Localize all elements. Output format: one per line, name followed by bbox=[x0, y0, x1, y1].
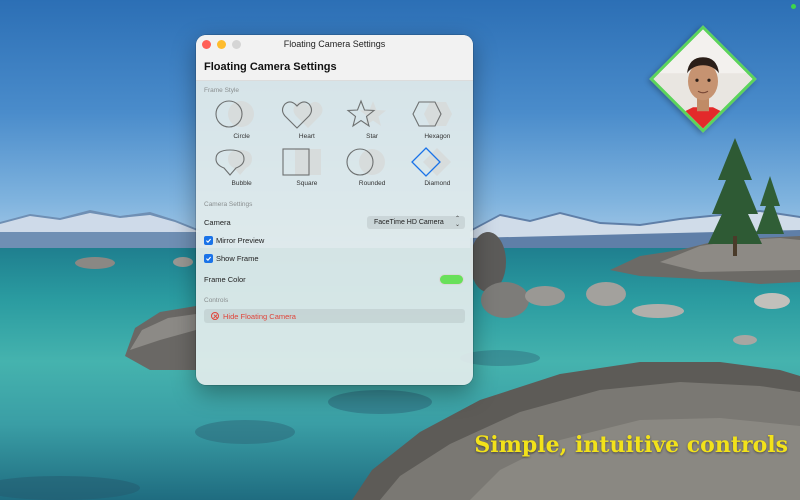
chevron-up-down-icon: ⌃ ⌄ bbox=[454, 216, 460, 228]
window-title: Floating Camera Settings bbox=[283, 39, 386, 49]
frame-color-well[interactable] bbox=[439, 273, 464, 285]
hide-floating-camera-label: Hide Floating Camera bbox=[223, 311, 296, 321]
frame-label-bubble: Bubble bbox=[231, 180, 252, 187]
rounded-frame-icon bbox=[346, 148, 386, 176]
diamond-frame-icon bbox=[411, 147, 452, 177]
hide-floating-camera-button[interactable]: Hide Floating Camera bbox=[204, 309, 465, 323]
frame-label-hexagon: Hexagon bbox=[424, 133, 451, 140]
frame-label-rounded: Rounded bbox=[358, 180, 386, 187]
close-button[interactable] bbox=[202, 40, 211, 49]
camera-diamond-frame[interactable] bbox=[649, 25, 757, 133]
checkmark-icon bbox=[206, 238, 212, 243]
hexagon-frame-icon bbox=[412, 101, 453, 127]
frame-color-label: Frame Color bbox=[204, 274, 246, 284]
frame-option-circle[interactable]: Circle bbox=[204, 99, 269, 142]
bubble-frame-icon bbox=[215, 149, 252, 176]
camera-label: Camera bbox=[204, 217, 231, 227]
page-title: Floating Camera Settings bbox=[204, 60, 337, 73]
promo-tagline: Simple, intuitive controls bbox=[474, 432, 788, 458]
settings-content: Frame Style Circle Heart Star Hexagon Bu… bbox=[196, 81, 473, 323]
camera-feed-image bbox=[649, 25, 757, 133]
circle-frame-icon bbox=[215, 100, 254, 128]
star-frame-icon bbox=[346, 99, 387, 128]
floating-camera-preview[interactable] bbox=[649, 25, 757, 133]
window-titlebar[interactable]: Floating Camera Settings bbox=[196, 35, 473, 53]
checkmark-icon bbox=[206, 256, 212, 261]
close-circle-icon bbox=[211, 312, 219, 320]
frame-option-rounded[interactable]: Rounded bbox=[335, 146, 400, 189]
settings-window: Floating Camera Settings Floating Camera… bbox=[196, 35, 473, 385]
frame-label-square: Square bbox=[296, 180, 318, 187]
frame-style-grid: Circle Heart Star Hexagon Bubble Square … bbox=[204, 99, 465, 189]
section-label-camera-settings: Camera Settings bbox=[204, 201, 253, 208]
mirror-preview-label: Mirror Preview bbox=[216, 235, 265, 245]
frame-label-circle: Circle bbox=[233, 133, 250, 140]
frame-option-hexagon[interactable]: Hexagon bbox=[400, 99, 465, 142]
show-frame-row: Show Frame bbox=[204, 249, 465, 267]
traffic-lights bbox=[202, 40, 241, 49]
mirror-preview-checkbox[interactable] bbox=[204, 235, 213, 245]
zoom-button[interactable] bbox=[232, 40, 241, 49]
heart-frame-icon bbox=[281, 101, 323, 129]
status-dot bbox=[791, 4, 796, 9]
mirror-preview-row: Mirror Preview bbox=[204, 231, 465, 249]
frame-option-bubble[interactable]: Bubble bbox=[204, 146, 269, 189]
camera-select[interactable]: FaceTime HD Camera ⌃ ⌄ bbox=[367, 215, 465, 229]
frame-label-star: Star bbox=[366, 133, 379, 140]
window-header: Floating Camera Settings bbox=[196, 53, 473, 81]
minimize-button[interactable] bbox=[217, 40, 226, 49]
frame-option-heart[interactable]: Heart bbox=[269, 99, 334, 142]
show-frame-checkbox[interactable] bbox=[204, 253, 213, 263]
camera-row: Camera FaceTime HD Camera ⌃ ⌄ bbox=[204, 213, 465, 231]
frame-color-row: Frame Color bbox=[204, 267, 465, 291]
camera-select-value: FaceTime HD Camera bbox=[374, 218, 444, 226]
frame-option-square[interactable]: Square bbox=[269, 146, 334, 189]
frame-label-heart: Heart bbox=[298, 133, 315, 140]
frame-option-star[interactable]: Star bbox=[335, 99, 400, 142]
frame-label-diamond: Diamond bbox=[424, 180, 451, 187]
section-label-controls: Controls bbox=[204, 297, 229, 304]
section-label-frame-style: Frame Style bbox=[204, 87, 240, 94]
show-frame-label: Show Frame bbox=[216, 253, 259, 263]
frame-option-diamond[interactable]: Diamond bbox=[400, 146, 465, 189]
square-frame-icon bbox=[282, 148, 321, 176]
